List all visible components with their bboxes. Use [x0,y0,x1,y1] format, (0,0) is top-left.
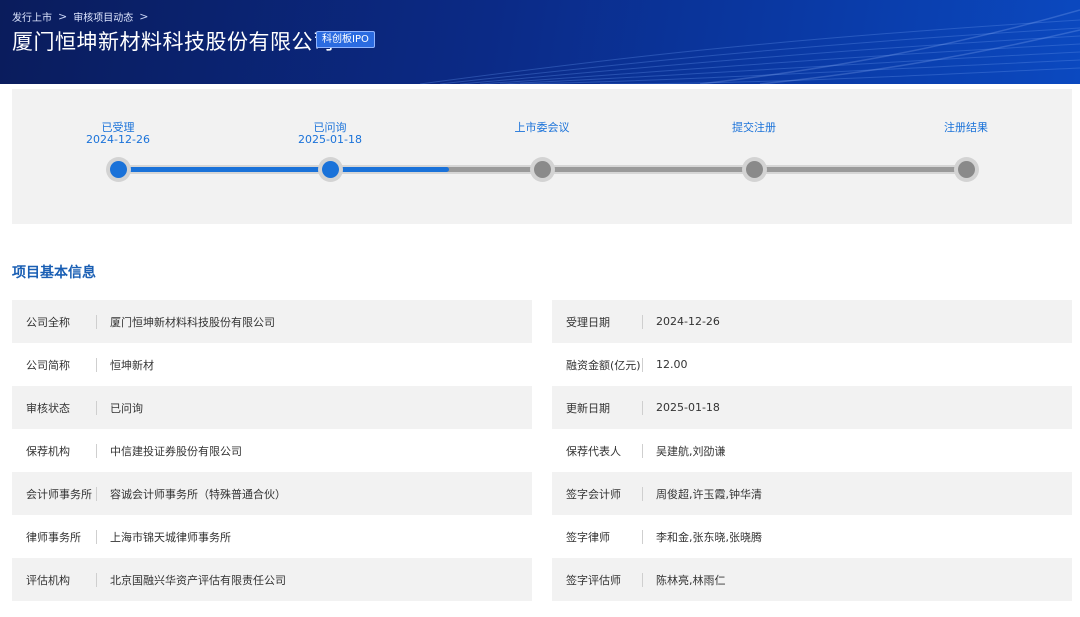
info-value: 厦门恒坤新材料科技股份有限公司 [110,315,275,329]
page-title: 厦门恒坤新材料科技股份有限公司 [12,30,335,54]
info-key: 审核状态 [26,401,70,415]
info-key: 更新日期 [566,401,610,415]
step-dot-icon [957,161,975,178]
info-value: 恒坤新材 [110,358,154,372]
breadcrumb-separator-icon: > [139,10,149,23]
step-label-registration-result: 注册结果 [906,122,1026,134]
info-value: 12.00 [656,358,688,371]
progress-fill [118,167,449,172]
step-date: 2025-01-18 [298,133,362,146]
info-row-law-firm: 律师事务所 上海市锦天城律师事务所 [12,515,532,558]
info-value: 容诚会计师事务所（特殊普通合伙） [110,487,286,501]
info-value: 已问询 [110,401,143,415]
divider [642,572,643,587]
info-value: 周俊超,许玉霞,钟华清 [656,487,762,501]
step-node-listing-committee [529,157,555,182]
info-key: 保荐代表人 [566,444,621,458]
breadcrumb-item-issue-listing[interactable]: 发行上市 [12,9,52,24]
info-key: 公司全称 [26,315,70,329]
divider [642,486,643,501]
info-value: 中信建投证券股份有限公司 [110,444,242,458]
divider [96,357,97,372]
info-value: 2024-12-26 [656,315,720,328]
info-value: 陈林亮,林雨仁 [656,573,726,587]
info-row-appraisal-firm: 评估机构 北京国融兴华资产评估有限责任公司 [12,558,532,601]
info-key: 签字律师 [566,530,610,544]
info-row-signing-appraisers: 签字评估师 陈林亮,林雨仁 [552,558,1072,601]
info-row-update-date: 更新日期 2025-01-18 [552,386,1072,429]
step-name: 提交注册 [732,121,776,134]
info-row-financing-amount: 融资金额(亿元) 12.00 [552,343,1072,386]
divider [96,572,97,587]
step-dot-icon [533,161,551,178]
info-row-sponsor: 保荐机构 中信建投证券股份有限公司 [12,429,532,472]
header-banner: 发行上市 > 审核项目动态 > 厦门恒坤新材料科技股份有限公司 科创板IPO [0,0,1080,84]
info-key: 评估机构 [26,573,70,587]
step-node-registration-result [953,157,979,182]
info-value: 吴建航,刘劭谦 [656,444,726,458]
info-key: 保荐机构 [26,444,70,458]
divider [642,400,643,415]
step-name: 上市委会议 [514,121,570,134]
breadcrumb-item-review-dynamics[interactable]: 审核项目动态 [73,9,133,24]
breadcrumb-separator-icon: > [58,10,68,23]
info-row-signing-lawyers: 签字律师 李和金,张东晓,张晓腾 [552,515,1072,558]
divider [96,314,97,329]
divider [642,357,643,372]
info-value: 李和金,张东晓,张晓腾 [656,530,762,544]
section-title-basic-info: 项目基本信息 [12,265,96,281]
info-row-accept-date: 受理日期 2024-12-26 [552,300,1072,343]
info-row-full-name: 公司全称 厦门恒坤新材料科技股份有限公司 [12,300,532,343]
divider [96,400,97,415]
info-key: 签字会计师 [566,487,621,501]
info-table-right: 受理日期 2024-12-26 融资金额(亿元) 12.00 更新日期 2025… [552,300,1072,601]
divider [642,314,643,329]
divider [642,529,643,544]
info-row-review-status: 审核状态 已问询 [12,386,532,429]
info-table-left: 公司全称 厦门恒坤新材料科技股份有限公司 公司简称 恒坤新材 审核状态 已问询 … [12,300,532,601]
info-row-accounting-firm: 会计师事务所 容诚会计师事务所（特殊普通合伙） [12,472,532,515]
info-key: 会计师事务所 [26,487,92,501]
info-key: 公司简称 [26,358,70,372]
breadcrumb: 发行上市 > 审核项目动态 > [12,9,148,24]
info-row-short-name: 公司简称 恒坤新材 [12,343,532,386]
step-label-accepted: 已受理 2024-12-26 [58,122,178,146]
step-dot-icon [321,161,339,178]
step-node-submit-registration [741,157,767,182]
review-progress-panel: 已受理 2024-12-26 已问询 2025-01-18 上市委会议 提交注册… [12,89,1072,224]
board-badge: 科创板IPO [316,31,375,48]
divider [96,529,97,544]
info-row-sponsor-representatives: 保荐代表人 吴建航,刘劭谦 [552,429,1072,472]
step-dot-icon [745,161,763,178]
divider [96,443,97,458]
info-key: 融资金额(亿元) [566,358,641,372]
step-dot-icon [109,161,127,178]
info-key: 律师事务所 [26,530,81,544]
divider [96,486,97,501]
step-label-submit-registration: 提交注册 [694,122,814,134]
step-label-inquired: 已问询 2025-01-18 [270,122,390,146]
step-date: 2024-12-26 [86,133,150,146]
info-key: 受理日期 [566,315,610,329]
step-node-inquired [317,157,343,182]
info-value: 北京国融兴华资产评估有限责任公司 [110,573,286,587]
step-name: 注册结果 [944,121,988,134]
info-key: 签字评估师 [566,573,621,587]
step-node-accepted [105,157,131,182]
info-value: 2025-01-18 [656,401,720,414]
info-row-signing-accountants: 签字会计师 周俊超,许玉霞,钟华清 [552,472,1072,515]
divider [642,443,643,458]
step-label-listing-committee: 上市委会议 [482,122,602,134]
info-value: 上海市锦天城律师事务所 [110,530,231,544]
